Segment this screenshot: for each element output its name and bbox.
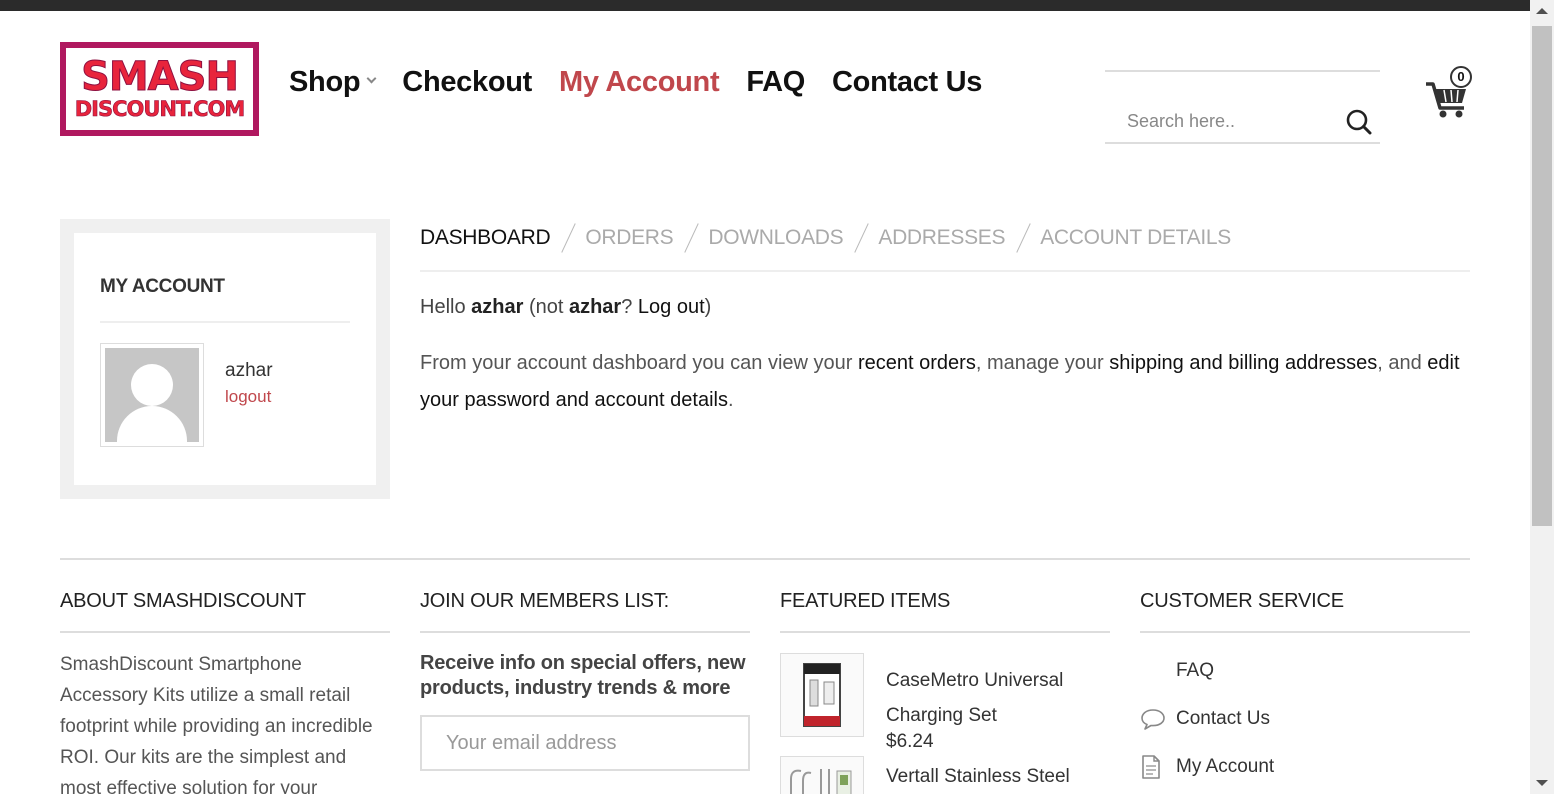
account-sidebar-card: MY ACCOUNT azhar logout [74, 233, 376, 485]
footer-service-title: CUSTOMER SERVICE [1140, 590, 1470, 633]
desc-part-2: , manage your [975, 352, 1110, 374]
footer-divider [60, 558, 1470, 560]
sidebar-logout-link[interactable]: logout [225, 387, 271, 407]
sidebar-title: MY ACCOUNT [100, 276, 225, 297]
footer-link-contact-us[interactable]: Contact Us [1140, 695, 1470, 743]
tab-separator [561, 223, 577, 253]
site-logo[interactable]: SMASH DISCOUNT.COM [60, 42, 259, 136]
nav-contact-us[interactable]: Contact Us [832, 66, 982, 99]
main-navigation: Shop Checkout My Account FAQ Contact Us [289, 66, 982, 99]
tab-separator [684, 223, 700, 253]
logo-text-discount: DISCOUNT.COM [74, 97, 245, 122]
footer-about-title: ABOUT SMASHDISCOUNT [60, 590, 390, 633]
cart-button[interactable]: 0 [1424, 66, 1476, 118]
document-icon [1140, 754, 1176, 780]
browser-top-bar [0, 0, 1530, 11]
featured-item-name[interactable]: CaseMetro Universal Charging Set [886, 663, 1096, 733]
footer-members-title: JOIN OUR MEMBERS LIST: [420, 590, 750, 633]
footer-link-label: My Account [1176, 756, 1275, 777]
desc-part-3: , and [1377, 352, 1428, 374]
search-icon[interactable] [1345, 108, 1373, 136]
sidebar-divider [100, 321, 350, 323]
footer-link-label: FAQ [1176, 660, 1215, 681]
footer-link-faq[interactable]: FAQ [1140, 647, 1470, 695]
addresses-link[interactable]: shipping and billing addresses [1109, 352, 1377, 374]
greeting-username: azhar [471, 296, 524, 318]
default-avatar-icon [105, 348, 199, 442]
newsletter-email-input[interactable] [420, 715, 750, 771]
greeting-prefix: Hello [420, 296, 472, 318]
footer-members-subtitle: Receive info on special offers, new prod… [420, 652, 746, 699]
product-thumbnail[interactable] [780, 653, 864, 737]
recent-orders-link[interactable]: recent orders [858, 352, 976, 374]
dashboard-description: From your account dashboard you can view… [420, 345, 1460, 419]
tab-separator [1016, 223, 1031, 253]
featured-item-price: $6.24 [886, 731, 934, 752]
tab-addresses[interactable]: ADDRESSES [878, 224, 1005, 252]
desc-part-1: From your account dashboard you can view… [420, 352, 858, 374]
cart-count-badge: 0 [1450, 66, 1472, 88]
desc-part-4: . [727, 389, 734, 411]
scroll-up-arrow-icon[interactable] [1536, 8, 1548, 14]
sidebar-username: azhar [225, 360, 273, 381]
greeting-logout-link[interactable]: Log out [638, 296, 705, 318]
tab-account-details[interactable]: ACCOUNT DETAILS [1040, 224, 1231, 252]
tab-separator [854, 223, 870, 253]
tab-dashboard[interactable]: DASHBOARD [420, 224, 551, 252]
charging-set-package-icon [803, 663, 841, 727]
footer-about: ABOUT SMASHDISCOUNT SmashDiscount Smartp… [60, 590, 390, 794]
product-thumbnail[interactable] [780, 756, 864, 794]
greeting-username-2: azhar [568, 296, 622, 318]
greeting-not: (not [523, 296, 569, 318]
logo-text-smash: SMASH [81, 54, 240, 100]
search-input[interactable] [1105, 106, 1335, 136]
account-sidebar: MY ACCOUNT azhar logout [60, 219, 390, 499]
footer-customer-service: CUSTOMER SERVICE FAQ Contact Us My Accou… [1140, 590, 1470, 791]
footer-link-my-account[interactable]: My Account [1140, 743, 1470, 791]
footer-featured-title: FEATURED ITEMS [780, 590, 1110, 633]
dashboard-greeting: Hello azhar (not azhar? Log out) [420, 296, 711, 319]
search-box [1105, 70, 1380, 144]
nav-faq[interactable]: FAQ [746, 66, 805, 99]
speech-bubble-icon [1140, 706, 1176, 732]
nav-my-account[interactable]: My Account [559, 66, 720, 99]
greeting-end: ) [704, 296, 712, 318]
footer-members: JOIN OUR MEMBERS LIST: Receive info on s… [420, 590, 750, 771]
greeting-question: ? [621, 296, 638, 318]
straws-product-icon [790, 769, 852, 794]
tab-downloads[interactable]: DOWNLOADS [708, 224, 843, 252]
footer-featured: FEATURED ITEMS CaseMetro Universal Charg… [780, 590, 1110, 794]
footer-link-label: Contact Us [1176, 708, 1270, 729]
footer-about-text: SmashDiscount Smartphone Accessory Kits … [60, 654, 373, 794]
tab-orders[interactable]: ORDERS [585, 224, 673, 252]
chevron-down-icon [366, 73, 377, 84]
account-tabs: DASHBOARD ORDERS DOWNLOADS ADDRESSES ACC… [420, 223, 1470, 272]
featured-item-name[interactable]: Vertall Stainless Steel [886, 766, 1070, 788]
customer-service-links: FAQ Contact Us My Account [1140, 647, 1470, 791]
nav-shop-label: Shop [289, 66, 361, 98]
scroll-thumb[interactable] [1532, 26, 1552, 526]
scroll-down-arrow-icon[interactable] [1536, 780, 1548, 786]
avatar [100, 343, 204, 447]
nav-shop[interactable]: Shop [289, 66, 377, 99]
featured-item[interactable]: CaseMetro Universal Charging Set $6.24 [780, 633, 1110, 752]
nav-checkout[interactable]: Checkout [402, 66, 532, 99]
page-scrollbar[interactable] [1530, 0, 1554, 794]
